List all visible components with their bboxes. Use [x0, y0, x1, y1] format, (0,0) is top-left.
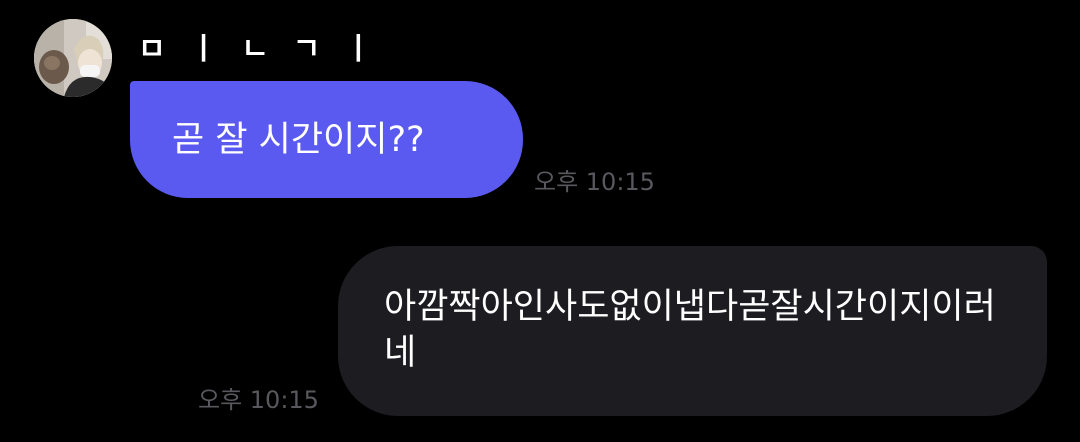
incoming-message-bubble[interactable]: 곧 잘 시간이지??	[130, 81, 523, 198]
avatar-photo-icon	[34, 19, 112, 97]
incoming-message-time: 오후 10:15	[534, 168, 655, 196]
outgoing-message-bubble[interactable]: 아깜짝아인사도없이냅다곧잘시간이지이러네	[338, 246, 1047, 416]
incoming-message-text: 곧 잘 시간이지??	[172, 119, 425, 160]
outgoing-message-time: 오후 10:15	[198, 386, 319, 414]
sender-avatar[interactable]	[34, 19, 112, 97]
sender-name: ㅁㅣㄴㄱㅣ	[138, 32, 396, 67]
outgoing-message-text: 아깜짝아인사도없이냅다곧잘시간이지이러네	[384, 287, 996, 373]
